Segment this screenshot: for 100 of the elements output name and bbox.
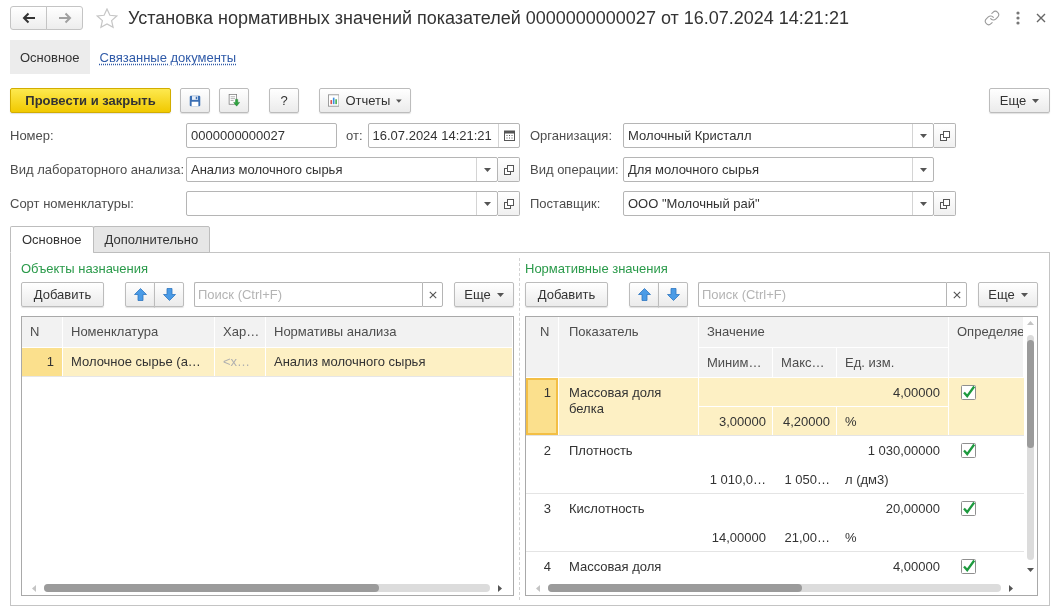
table-cell: 4,00000 — [699, 378, 949, 407]
caret-icon — [396, 98, 402, 103]
move-up-button[interactable] — [125, 282, 155, 307]
field-label: от: — [346, 128, 363, 143]
move-down-button[interactable] — [154, 282, 184, 307]
open-button[interactable] — [498, 191, 520, 216]
post-and-close-button[interactable]: Провести и закрыть — [10, 88, 171, 113]
field-label: Организация: — [530, 128, 613, 143]
search-field[interactable]: Поиск (Ctrl+F) — [194, 282, 422, 307]
column-header[interactable]: Значение — [699, 317, 949, 348]
group-title: Объекты назначения — [21, 262, 149, 276]
table-cell: 1 050… — [773, 465, 837, 493]
number-field[interactable]: 0000000000027 — [186, 123, 337, 148]
field-label: Номер: — [10, 128, 54, 143]
column-header[interactable]: Номенклатура — [63, 317, 215, 347]
arrow-up-icon — [133, 288, 147, 301]
column-header[interactable]: N — [22, 317, 63, 347]
calendar-icon — [503, 130, 515, 141]
table-cell: 1 — [526, 378, 559, 435]
section-link[interactable]: Связанные документы — [89, 40, 247, 74]
reports-button[interactable]: Отчеты — [319, 88, 411, 113]
table-cell: Анализ молочного сырья — [266, 348, 513, 376]
table-cell: 4,20000 — [773, 407, 837, 435]
arrow-down-icon — [666, 288, 680, 301]
arrow-right-icon — [57, 12, 72, 24]
field-label: Поставщик: — [530, 196, 601, 211]
column-header[interactable]: Нормативы анализа — [266, 317, 513, 347]
more-icon[interactable] — [1016, 11, 1020, 25]
move-down-button[interactable] — [658, 282, 688, 307]
save-button[interactable] — [180, 88, 210, 113]
table-cell: 14,00000 — [699, 523, 773, 551]
back-button[interactable] — [10, 6, 47, 30]
more-button[interactable]: Еще — [454, 282, 514, 307]
caret-icon — [496, 292, 504, 297]
caret-icon — [483, 201, 491, 206]
table-cell: 2 — [526, 436, 559, 493]
caret-icon — [919, 167, 927, 172]
scrollbar-track[interactable] — [44, 584, 490, 592]
table-cell: 3 — [526, 494, 559, 551]
arrow-up-icon — [637, 288, 651, 301]
scrollbar-thumb[interactable] — [44, 584, 379, 592]
tab[interactable]: Основное — [10, 226, 94, 253]
add-button[interactable]: Добавить — [21, 282, 104, 307]
clear-button[interactable] — [946, 282, 967, 307]
table-row[interactable]: 1 Молочное сырье (а… <х… Анализ молочного сырья — [22, 348, 513, 377]
field-label: Вид операции: — [530, 162, 619, 177]
select-field[interactable]: Анализ молочного сырья — [186, 157, 498, 182]
arrow-left-icon — [21, 12, 36, 24]
scrollbar-track[interactable] — [548, 584, 1001, 592]
scrollbar-thumb[interactable] — [1027, 340, 1034, 448]
table-cell: Молочное сырье (а… — [63, 348, 215, 376]
scroll-right-icon[interactable] — [498, 584, 502, 592]
arrow-down-icon — [162, 288, 176, 301]
checkbox[interactable] — [961, 501, 976, 516]
link-icon[interactable] — [984, 10, 1000, 26]
add-button[interactable]: Добавить — [525, 282, 608, 307]
tab[interactable]: Дополнительно — [92, 226, 211, 253]
scroll-right-icon[interactable] — [1009, 584, 1013, 592]
star-icon[interactable] — [96, 7, 118, 29]
select-field[interactable]: Молочный Кристалл — [623, 123, 934, 148]
table-cell: Кислотность — [559, 494, 699, 551]
table-cell: 21,00… — [773, 523, 837, 551]
table-cell: 1 010,0… — [699, 465, 773, 493]
table-cell: % — [837, 523, 949, 551]
select-field[interactable] — [186, 191, 498, 216]
select-field[interactable]: Для молочного сырья — [623, 157, 934, 182]
table-cell: <х… — [215, 348, 266, 376]
caret-icon — [483, 167, 491, 172]
move-up-button[interactable] — [629, 282, 659, 307]
table-cell: Плотность — [559, 436, 699, 493]
section-tab[interactable]: Основное — [10, 40, 90, 74]
open-button[interactable] — [934, 123, 956, 148]
post-button[interactable] — [219, 88, 249, 113]
more-button[interactable]: Еще — [989, 88, 1050, 113]
open-button[interactable] — [498, 157, 520, 182]
scrollbar-track[interactable] — [1027, 335, 1034, 560]
table-cell: л (дм3) — [837, 465, 949, 493]
table-cell: Массовая доля — [559, 552, 699, 581]
checkbox[interactable] — [961, 385, 976, 400]
clear-button[interactable] — [422, 282, 443, 307]
table-cell: 1 — [22, 348, 63, 376]
more-button[interactable]: Еще — [978, 282, 1038, 307]
scrollbar-thumb[interactable] — [548, 584, 802, 592]
column-header[interactable]: Хар… — [215, 317, 266, 347]
table-cell: 4 — [526, 552, 559, 581]
scroll-down-icon[interactable] — [1027, 568, 1034, 572]
help-button[interactable]: ? — [269, 88, 299, 113]
overlapping-squares-icon — [939, 130, 950, 141]
close-icon[interactable] — [1036, 13, 1046, 23]
checkbox[interactable] — [961, 559, 976, 574]
search-field[interactable]: Поиск (Ctrl+F) — [698, 282, 946, 307]
table-row[interactable]: 1 Массовая доля белка 4,00000 3,00000 4,20000 % — [526, 378, 1024, 436]
select-field[interactable]: ООО "Молочный рай" — [623, 191, 934, 216]
close-icon — [952, 290, 961, 299]
checkbox[interactable] — [961, 443, 976, 458]
date-field[interactable]: 16.07.2024 14:21:21 — [367, 123, 520, 148]
caret-icon — [919, 201, 927, 206]
open-button[interactable] — [934, 191, 956, 216]
document-arrow-icon — [228, 92, 240, 109]
table-cell: Массовая доля белка — [559, 378, 699, 435]
